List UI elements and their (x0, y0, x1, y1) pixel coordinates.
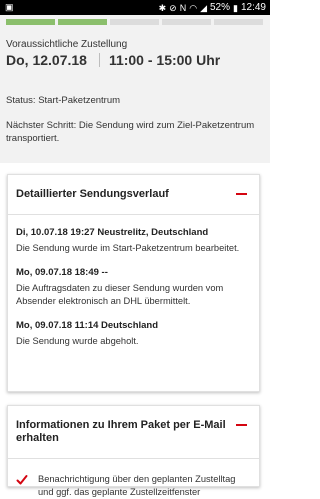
signal-icon: ◢ (200, 2, 207, 13)
email-info-title: Informationen zu Ihrem Paket per E-Mail … (16, 419, 226, 444)
shipment-progress-bar (6, 19, 263, 25)
checkmark-icon[interactable] (16, 474, 28, 486)
history-event: Mo, 09.07.18 18:49 -- Die Auftragsdaten … (16, 267, 251, 308)
delivery-date-row: Do, 12.07.18 11:00 - 15:00 Uhr (6, 52, 220, 68)
next-step: Nächster Schritt: Die Sendung wird zum Z… (6, 120, 255, 144)
email-info-card: Informationen zu Ihrem Paket per E-Mail … (7, 405, 260, 497)
delivery-time-window: 11:00 - 15:00 Uhr (108, 52, 221, 68)
shipment-status: Status: Start-Paketzentrum (6, 95, 121, 106)
estimated-delivery-label: Voraussichtliche Zustellung (6, 39, 128, 50)
minus-icon (235, 424, 247, 426)
collapse-email-info-button[interactable] (235, 419, 247, 431)
progress-segment (214, 19, 263, 25)
mute-icon: ⊘ (169, 2, 177, 13)
notification-option[interactable]: Benachrichtigung über den geplanten Zust… (8, 459, 259, 499)
history-title: Detaillierter Sendungsverlauf (16, 188, 169, 200)
divider (8, 214, 259, 215)
status-icons: ✱ ⊘ N ◠ ◢ 52% ▮ 12:49 (159, 1, 266, 14)
event-header: Mo, 09.07.18 18:49 -- (16, 267, 108, 278)
progress-segment (6, 19, 55, 25)
minus-icon (235, 193, 247, 195)
clock: 12:49 (240, 2, 266, 13)
divider (98, 53, 100, 67)
event-header: Mo, 09.07.18 11:14 Deutschland (16, 320, 159, 331)
status-bar: ▣ ✱ ⊘ N ◠ ◢ 52% ▮ 12:49 (0, 0, 270, 15)
wifi-icon: ◠ (189, 2, 198, 13)
history-event-list: Di, 10.07.18 19:27 Neustrelitz, Deutschl… (8, 227, 259, 348)
history-event: Mo, 09.07.18 11:14 Deutschland Die Sendu… (16, 320, 251, 348)
history-card-header[interactable]: Detaillierter Sendungsverlauf (8, 175, 259, 201)
event-text: Die Sendung wurde abgeholt. (16, 336, 139, 346)
event-text: Die Auftragsdaten zu dieser Sendung wurd… (16, 283, 224, 306)
progress-segment (110, 19, 159, 25)
email-info-header[interactable]: Informationen zu Ihrem Paket per E-Mail … (8, 406, 259, 445)
delivery-date: Do, 12.07.18 (6, 52, 87, 68)
history-card: Detaillierter Sendungsverlauf Di, 10.07.… (7, 174, 260, 392)
progress-segment (58, 19, 107, 25)
nfc-icon: N (179, 2, 187, 13)
gallery-icon: ▣ (5, 2, 14, 12)
event-header: Di, 10.07.18 19:27 Neustrelitz, Deutschl… (16, 227, 209, 238)
battery-icon: ▮ (233, 2, 238, 13)
collapse-history-button[interactable] (235, 188, 247, 200)
notification-option-label: Benachrichtigung über den geplanten Zust… (38, 474, 236, 497)
progress-segment (162, 19, 211, 25)
delivery-summary: Voraussichtliche Zustellung Do, 12.07.18… (0, 15, 270, 163)
history-event: Di, 10.07.18 19:27 Neustrelitz, Deutschl… (16, 227, 251, 255)
battery-percent: 52% (210, 2, 231, 13)
bluetooth-icon: ✱ (158, 2, 167, 13)
event-text: Die Sendung wurde im Start-Paketzentrum … (16, 243, 240, 253)
